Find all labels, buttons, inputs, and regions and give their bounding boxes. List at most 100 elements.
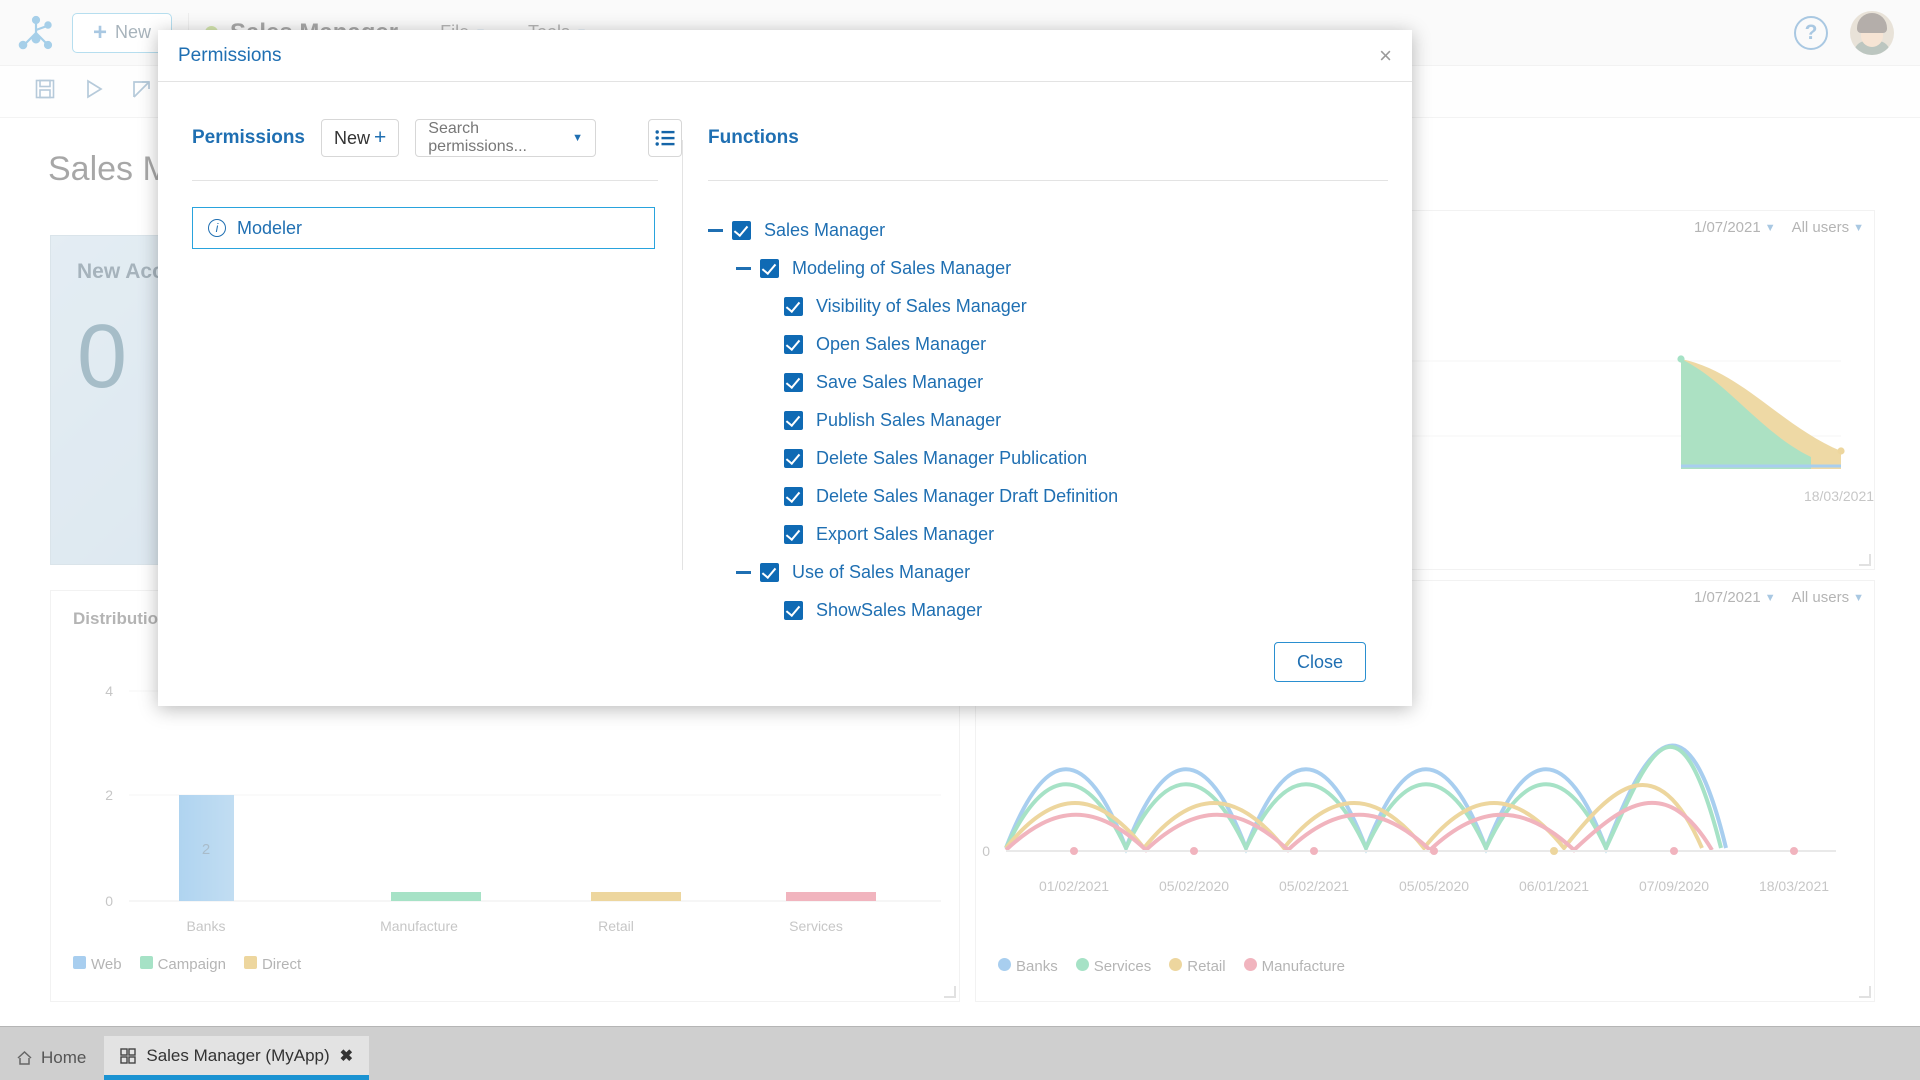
divider xyxy=(192,180,658,181)
resize-grip[interactable] xyxy=(944,986,956,998)
tree-node-label: Save Sales Manager xyxy=(816,372,983,393)
dialog-header: Permissions × xyxy=(158,30,1412,82)
pane-divider xyxy=(682,140,683,570)
avatar[interactable] xyxy=(1850,11,1894,55)
legend-swatch xyxy=(1244,958,1257,971)
date-filter[interactable]: 1/07/2021 ▼ xyxy=(1694,589,1776,606)
checkbox-checked[interactable] xyxy=(760,563,779,582)
permission-item-modeler[interactable]: i Modeler xyxy=(192,207,655,249)
permissions-title: Permissions xyxy=(192,127,305,149)
legend-swatch xyxy=(1169,958,1182,971)
users-filter-label: All users xyxy=(1792,589,1850,606)
checkbox-checked[interactable] xyxy=(760,259,779,278)
checkbox-checked[interactable] xyxy=(784,525,803,544)
legend-label: Services xyxy=(1094,958,1152,975)
taskbar: Home Sales Manager (MyApp) ✖ xyxy=(0,1026,1920,1080)
taskbar-tab-sales-manager[interactable]: Sales Manager (MyApp) ✖ xyxy=(104,1036,369,1080)
tree-node[interactable]: Export Sales Manager xyxy=(708,515,1412,553)
svg-text:01/02/2021: 01/02/2021 xyxy=(1039,878,1109,894)
taskbar-home[interactable]: Home xyxy=(0,1036,104,1080)
area-chart-filters: 1/07/2021 ▼ All users ▼ xyxy=(1694,219,1864,236)
legend-item: Campaign xyxy=(140,956,226,973)
close-button[interactable]: Close xyxy=(1274,642,1366,682)
resize-grip[interactable] xyxy=(1859,986,1871,998)
svg-text:Services: Services xyxy=(789,918,843,934)
users-filter[interactable]: All users ▼ xyxy=(1792,589,1864,606)
network-graph-logo[interactable] xyxy=(0,0,72,66)
svg-text:18/03/2021: 18/03/2021 xyxy=(1804,488,1874,504)
svg-text:05/05/2020: 05/05/2020 xyxy=(1399,878,1469,894)
checkbox-checked[interactable] xyxy=(784,373,803,392)
dialog-title: Permissions xyxy=(178,45,281,67)
svg-text:Retail: Retail xyxy=(598,918,634,934)
permission-item-label: Modeler xyxy=(237,218,302,239)
line-chart-filters: 1/07/2021 ▼ All users ▼ xyxy=(1694,589,1864,606)
plus-icon: + xyxy=(93,21,107,45)
tree-node[interactable]: Publish Sales Manager xyxy=(708,401,1412,439)
search-permissions-input[interactable]: Search permissions... ▼ xyxy=(415,119,596,157)
legend-item: Manufacture xyxy=(1244,958,1345,975)
help-icon[interactable]: ? xyxy=(1794,16,1828,50)
legend-label: Campaign xyxy=(158,956,226,973)
checkbox-checked[interactable] xyxy=(784,411,803,430)
date-filter-label: 1/07/2021 xyxy=(1694,589,1761,606)
tree-node[interactable]: Sales Manager xyxy=(708,211,1412,249)
date-filter-label: 1/07/2021 xyxy=(1694,219,1761,236)
new-permission-label: New xyxy=(334,128,370,149)
new-permission-button[interactable]: New + xyxy=(321,119,399,157)
close-icon[interactable]: ✖ xyxy=(340,1046,353,1066)
resize-grip[interactable] xyxy=(1859,554,1871,566)
list-view-icon[interactable] xyxy=(648,119,682,157)
collapse-minus-icon[interactable] xyxy=(736,267,751,270)
tree-node-label: Sales Manager xyxy=(764,220,885,241)
info-circle-icon: i xyxy=(208,219,226,237)
chevron-down-icon: ▼ xyxy=(1853,222,1864,234)
checkbox-checked[interactable] xyxy=(784,487,803,506)
checkbox-checked[interactable] xyxy=(784,449,803,468)
tree-node[interactable]: Modeling of Sales Manager xyxy=(708,249,1412,287)
svg-text:4: 4 xyxy=(105,683,113,699)
permissions-toolbar: Permissions New + Search permissions... … xyxy=(192,118,682,158)
collapse-minus-icon[interactable] xyxy=(736,571,751,574)
tree-node[interactable]: Delete Sales Manager Publication xyxy=(708,439,1412,477)
checkbox-checked[interactable] xyxy=(784,335,803,354)
legend-swatch xyxy=(73,956,86,969)
tree-node[interactable]: Use of Sales Manager xyxy=(708,553,1412,591)
tree-node[interactable]: Save Sales Manager xyxy=(708,363,1412,401)
tree-node[interactable]: Open Sales Manager xyxy=(708,325,1412,363)
save-icon[interactable] xyxy=(34,78,56,105)
chevron-down-icon[interactable]: ▼ xyxy=(572,132,583,144)
legend-item: Web xyxy=(73,956,122,973)
svg-text:Banks: Banks xyxy=(187,918,226,934)
run-icon[interactable] xyxy=(82,78,104,105)
functions-pane: Functions Sales Manager Modeling of Sale… xyxy=(682,82,1412,618)
line-chart-legend: Banks Services Retail Manufacture xyxy=(998,958,1345,975)
tree-node-label: Publish Sales Manager xyxy=(816,410,1001,431)
legend-item: Services xyxy=(1076,958,1152,975)
bar-chart-legend: Web Campaign Direct xyxy=(73,956,301,973)
top-bar-right: ? xyxy=(1794,11,1920,55)
collapse-minus-icon[interactable] xyxy=(708,229,723,232)
chevron-down-icon: ▼ xyxy=(1853,592,1864,604)
avatar-hair xyxy=(1857,13,1887,33)
new-button-label: New xyxy=(115,22,151,43)
svg-text:05/02/2020: 05/02/2020 xyxy=(1159,878,1229,894)
checkbox-checked[interactable] xyxy=(732,221,751,240)
tree-node-label: Modeling of Sales Manager xyxy=(792,258,1011,279)
svg-text:07/09/2020: 07/09/2020 xyxy=(1639,878,1709,894)
close-icon[interactable]: × xyxy=(1379,43,1392,69)
svg-text:2: 2 xyxy=(202,841,210,858)
checkbox-checked[interactable] xyxy=(784,601,803,620)
legend-label: Banks xyxy=(1016,958,1058,975)
tree-node[interactable]: Visibility of Sales Manager xyxy=(708,287,1412,325)
functions-title: Functions xyxy=(708,127,799,149)
export-icon[interactable] xyxy=(130,78,152,105)
legend-swatch xyxy=(140,956,153,969)
users-filter[interactable]: All users ▼ xyxy=(1792,219,1864,236)
divider xyxy=(708,180,1388,181)
users-filter-label: All users xyxy=(1792,219,1850,236)
help-glyph: ? xyxy=(1805,21,1818,45)
checkbox-checked[interactable] xyxy=(784,297,803,316)
date-filter[interactable]: 1/07/2021 ▼ xyxy=(1694,219,1776,236)
tree-node[interactable]: Delete Sales Manager Draft Definition xyxy=(708,477,1412,515)
